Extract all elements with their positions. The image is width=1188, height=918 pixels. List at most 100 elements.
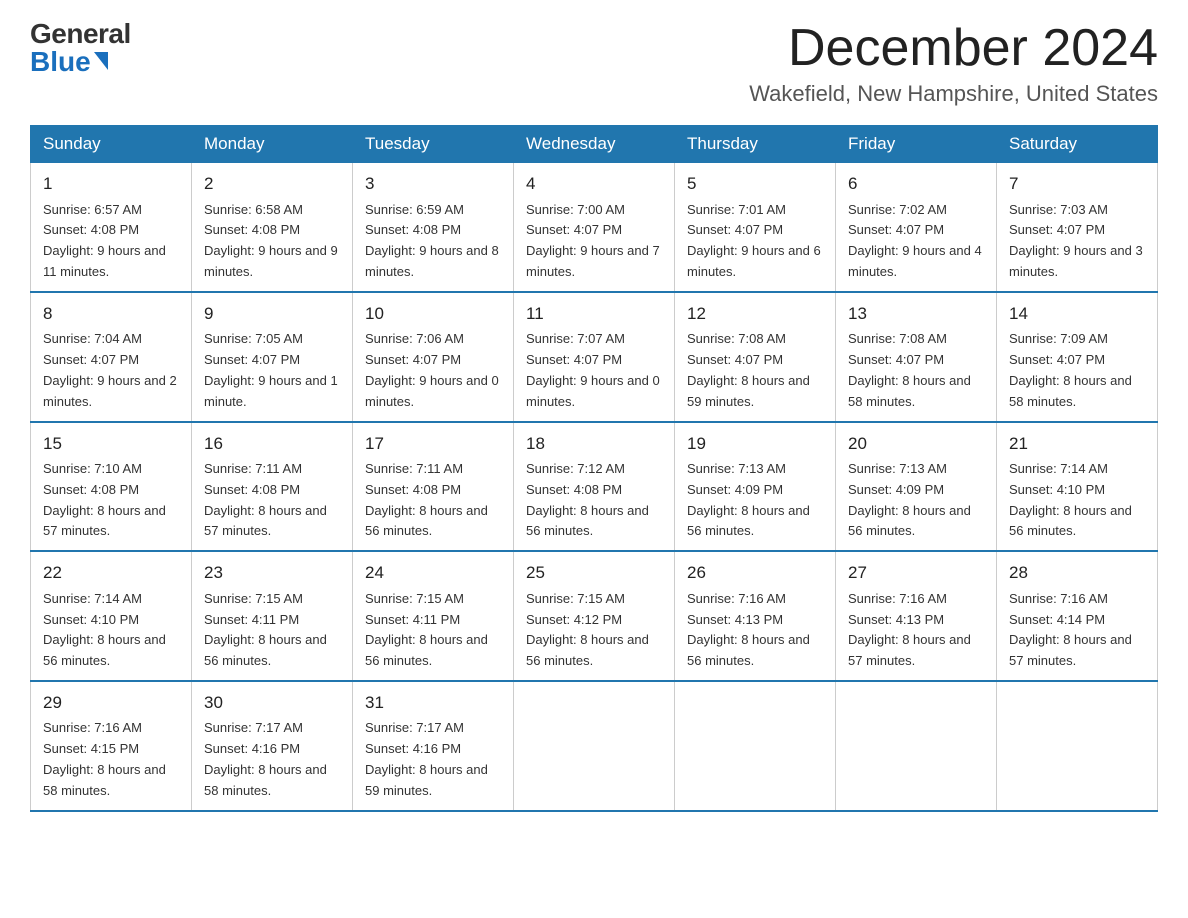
day-info: Sunrise: 7:08 AMSunset: 4:07 PMDaylight:… (687, 331, 810, 408)
calendar-header-row: SundayMondayTuesdayWednesdayThursdayFrid… (31, 126, 1158, 163)
day-number: 25 (526, 560, 662, 586)
weekday-header: Thursday (675, 126, 836, 163)
day-number: 20 (848, 431, 984, 457)
calendar-cell: 25 Sunrise: 7:15 AMSunset: 4:12 PMDayligh… (514, 551, 675, 681)
day-info: Sunrise: 7:06 AMSunset: 4:07 PMDaylight:… (365, 331, 499, 408)
day-info: Sunrise: 7:16 AMSunset: 4:13 PMDaylight:… (687, 591, 810, 668)
day-info: Sunrise: 7:01 AMSunset: 4:07 PMDaylight:… (687, 202, 821, 279)
day-number: 26 (687, 560, 823, 586)
calendar-cell: 15Sunrise: 7:10 AMSunset: 4:08 PMDayligh… (31, 422, 192, 552)
weekday-header: Saturday (997, 126, 1158, 163)
day-number: 14 (1009, 301, 1145, 327)
calendar-cell (514, 681, 675, 811)
day-info: Sunrise: 7:10 AMSunset: 4:08 PMDaylight:… (43, 461, 166, 538)
day-info: Sunrise: 7:15 AMSunset: 4:12 PMDaylight:… (526, 591, 649, 668)
logo-triangle-icon (94, 52, 108, 70)
day-number: 3 (365, 171, 501, 197)
day-info: Sunrise: 7:15 AMSunset: 4:11 PMDaylight:… (365, 591, 488, 668)
day-info: Sunrise: 7:07 AMSunset: 4:07 PMDaylight:… (526, 331, 660, 408)
calendar-cell: 6 Sunrise: 7:02 AMSunset: 4:07 PMDaylight… (836, 163, 997, 292)
calendar-cell: 30 Sunrise: 7:17 AMSunset: 4:16 PMDayligh… (192, 681, 353, 811)
calendar-cell: 17 Sunrise: 7:11 AMSunset: 4:08 PMDayligh… (353, 422, 514, 552)
title-block: December 2024 Wakefield, New Hampshire, … (749, 20, 1158, 107)
calendar-cell: 1 Sunrise: 6:57 AMSunset: 4:08 PMDaylight… (31, 163, 192, 292)
logo: General Blue (30, 20, 131, 76)
day-info: Sunrise: 7:15 AMSunset: 4:11 PMDaylight:… (204, 591, 327, 668)
calendar-cell: 11Sunrise: 7:07 AMSunset: 4:07 PMDayligh… (514, 292, 675, 422)
day-number: 5 (687, 171, 823, 197)
day-number: 7 (1009, 171, 1145, 197)
day-number: 10 (365, 301, 501, 327)
calendar-cell (836, 681, 997, 811)
calendar-cell: 19 Sunrise: 7:13 AMSunset: 4:09 PMDayligh… (675, 422, 836, 552)
day-info: Sunrise: 7:04 AMSunset: 4:07 PMDaylight:… (43, 331, 177, 408)
day-number: 1 (43, 171, 179, 197)
calendar-cell: 18 Sunrise: 7:12 AMSunset: 4:08 PMDayligh… (514, 422, 675, 552)
weekday-header: Friday (836, 126, 997, 163)
day-number: 23 (204, 560, 340, 586)
day-number: 21 (1009, 431, 1145, 457)
calendar-cell: 2Sunrise: 6:58 AMSunset: 4:08 PMDaylight… (192, 163, 353, 292)
day-info: Sunrise: 7:14 AMSunset: 4:10 PMDaylight:… (1009, 461, 1132, 538)
day-number: 13 (848, 301, 984, 327)
calendar-cell: 26 Sunrise: 7:16 AMSunset: 4:13 PMDayligh… (675, 551, 836, 681)
calendar-cell (675, 681, 836, 811)
calendar-week-row: 22Sunrise: 7:14 AMSunset: 4:10 PMDayligh… (31, 551, 1158, 681)
day-number: 19 (687, 431, 823, 457)
month-title: December 2024 (749, 20, 1158, 77)
day-info: Sunrise: 7:03 AMSunset: 4:07 PMDaylight:… (1009, 202, 1143, 279)
day-info: Sunrise: 7:09 AMSunset: 4:07 PMDaylight:… (1009, 331, 1132, 408)
calendar-cell: 3Sunrise: 6:59 AMSunset: 4:08 PMDaylight… (353, 163, 514, 292)
calendar-cell: 14 Sunrise: 7:09 AMSunset: 4:07 PMDayligh… (997, 292, 1158, 422)
calendar-cell: 20 Sunrise: 7:13 AMSunset: 4:09 PMDayligh… (836, 422, 997, 552)
day-info: Sunrise: 7:11 AMSunset: 4:08 PMDaylight:… (365, 461, 488, 538)
calendar-week-row: 8 Sunrise: 7:04 AMSunset: 4:07 PMDaylight… (31, 292, 1158, 422)
day-info: Sunrise: 7:14 AMSunset: 4:10 PMDaylight:… (43, 591, 166, 668)
calendar-cell: 21 Sunrise: 7:14 AMSunset: 4:10 PMDayligh… (997, 422, 1158, 552)
day-info: Sunrise: 7:17 AMSunset: 4:16 PMDaylight:… (365, 720, 488, 797)
calendar-cell: 24 Sunrise: 7:15 AMSunset: 4:11 PMDayligh… (353, 551, 514, 681)
calendar-cell: 5 Sunrise: 7:01 AMSunset: 4:07 PMDaylight… (675, 163, 836, 292)
day-number: 27 (848, 560, 984, 586)
day-info: Sunrise: 7:16 AMSunset: 4:13 PMDaylight:… (848, 591, 971, 668)
calendar-cell: 23 Sunrise: 7:15 AMSunset: 4:11 PMDayligh… (192, 551, 353, 681)
location-title: Wakefield, New Hampshire, United States (749, 81, 1158, 107)
calendar-week-row: 29Sunrise: 7:16 AMSunset: 4:15 PMDayligh… (31, 681, 1158, 811)
logo-blue-text: Blue (30, 48, 131, 76)
day-number: 8 (43, 301, 179, 327)
day-info: Sunrise: 7:00 AMSunset: 4:07 PMDaylight:… (526, 202, 660, 279)
day-number: 18 (526, 431, 662, 457)
day-info: Sunrise: 6:58 AMSunset: 4:08 PMDaylight:… (204, 202, 338, 279)
day-info: Sunrise: 7:16 AMSunset: 4:15 PMDaylight:… (43, 720, 166, 797)
weekday-header: Tuesday (353, 126, 514, 163)
day-info: Sunrise: 7:16 AMSunset: 4:14 PMDaylight:… (1009, 591, 1132, 668)
day-number: 9 (204, 301, 340, 327)
day-number: 24 (365, 560, 501, 586)
calendar-cell: 4 Sunrise: 7:00 AMSunset: 4:07 PMDaylight… (514, 163, 675, 292)
day-info: Sunrise: 7:08 AMSunset: 4:07 PMDaylight:… (848, 331, 971, 408)
day-info: Sunrise: 7:13 AMSunset: 4:09 PMDaylight:… (687, 461, 810, 538)
calendar-cell: 10 Sunrise: 7:06 AMSunset: 4:07 PMDayligh… (353, 292, 514, 422)
day-number: 17 (365, 431, 501, 457)
calendar-cell: 29Sunrise: 7:16 AMSunset: 4:15 PMDayligh… (31, 681, 192, 811)
day-info: Sunrise: 7:13 AMSunset: 4:09 PMDaylight:… (848, 461, 971, 538)
calendar-cell: 27 Sunrise: 7:16 AMSunset: 4:13 PMDayligh… (836, 551, 997, 681)
day-info: Sunrise: 6:57 AMSunset: 4:08 PMDaylight:… (43, 202, 166, 279)
calendar-cell: 31Sunrise: 7:17 AMSunset: 4:16 PMDayligh… (353, 681, 514, 811)
calendar-cell: 9Sunrise: 7:05 AMSunset: 4:07 PMDaylight… (192, 292, 353, 422)
calendar-cell: 8 Sunrise: 7:04 AMSunset: 4:07 PMDaylight… (31, 292, 192, 422)
day-info: Sunrise: 7:11 AMSunset: 4:08 PMDaylight:… (204, 461, 327, 538)
calendar-table: SundayMondayTuesdayWednesdayThursdayFrid… (30, 125, 1158, 811)
logo-general-text: General (30, 20, 131, 48)
calendar-cell: 16 Sunrise: 7:11 AMSunset: 4:08 PMDayligh… (192, 422, 353, 552)
calendar-cell (997, 681, 1158, 811)
day-info: Sunrise: 7:12 AMSunset: 4:08 PMDaylight:… (526, 461, 649, 538)
calendar-cell: 28Sunrise: 7:16 AMSunset: 4:14 PMDayligh… (997, 551, 1158, 681)
day-number: 6 (848, 171, 984, 197)
day-info: Sunrise: 7:17 AMSunset: 4:16 PMDaylight:… (204, 720, 327, 797)
day-number: 4 (526, 171, 662, 197)
day-number: 16 (204, 431, 340, 457)
page-header: General Blue December 2024 Wakefield, Ne… (30, 20, 1158, 107)
day-number: 30 (204, 690, 340, 716)
day-info: Sunrise: 7:02 AMSunset: 4:07 PMDaylight:… (848, 202, 982, 279)
